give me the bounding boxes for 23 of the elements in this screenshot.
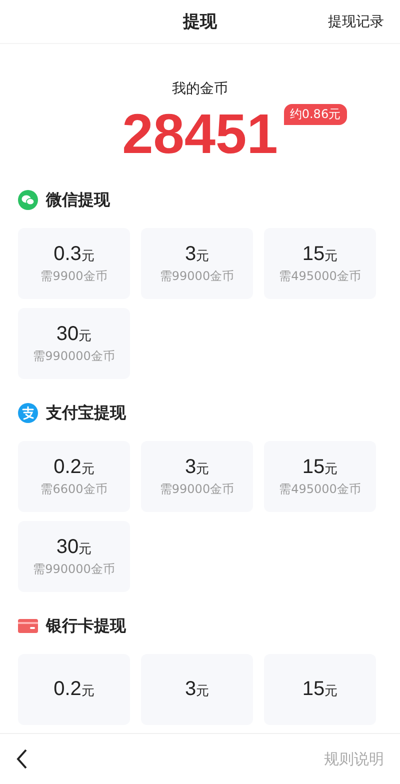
coin-balance: 28451 xyxy=(122,102,278,165)
withdraw-option[interactable]: 30元 需990000金币 xyxy=(18,521,130,592)
back-icon[interactable] xyxy=(16,748,28,770)
chat-bubbles-icon xyxy=(18,190,38,210)
cash-value-badge: 约0.86元 xyxy=(284,104,347,125)
withdraw-option[interactable]: 15元 需495000金币 xyxy=(264,228,376,299)
history-link[interactable]: 提现记录 xyxy=(328,12,384,30)
page-title: 提现 xyxy=(183,11,217,33)
section-title: 微信提现 xyxy=(46,190,110,210)
withdraw-option[interactable]: 15元 xyxy=(264,654,376,725)
payment-app-icon xyxy=(18,403,38,423)
section-title: 银行卡提现 xyxy=(46,616,126,636)
withdraw-option[interactable]: 0.2元 需6600金币 xyxy=(18,441,130,512)
withdraw-option[interactable]: 30元 需990000金币 xyxy=(18,308,130,379)
balance-label: 我的金币 xyxy=(172,80,228,98)
withdraw-option[interactable]: 3元 需99000金币 xyxy=(141,228,253,299)
withdraw-option[interactable]: 0.3元 需9900金币 xyxy=(18,228,130,299)
withdraw-option[interactable]: 3元 需99000金币 xyxy=(141,441,253,512)
withdraw-option[interactable]: 15元 需495000金币 xyxy=(264,441,376,512)
withdraw-option[interactable]: 0.2元 xyxy=(18,654,130,725)
bank-card-icon xyxy=(18,616,38,636)
section-title: 支付宝提现 xyxy=(46,402,126,424)
withdraw-option[interactable]: 3元 xyxy=(141,654,253,725)
